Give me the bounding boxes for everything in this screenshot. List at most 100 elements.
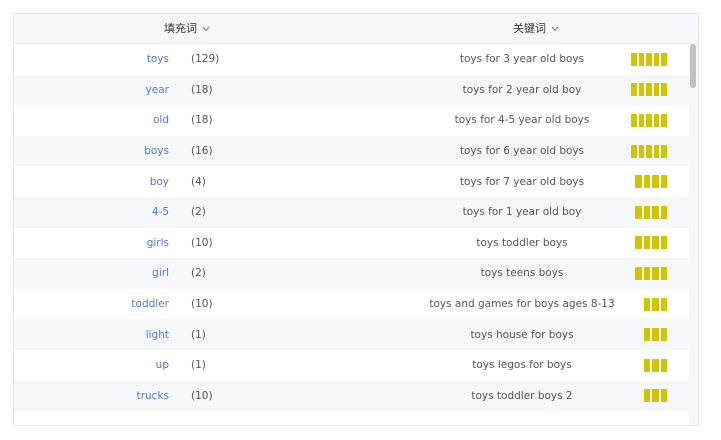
table-row: toddler (10) toys and games for boys ages …: [14, 289, 691, 320]
strength-bar: [643, 389, 650, 403]
filler-count: (4): [191, 175, 206, 188]
filler-word-link[interactable]: girl: [152, 267, 169, 279]
scrollbar-track[interactable]: [689, 44, 698, 425]
scrollbar-thumb[interactable]: [690, 44, 696, 88]
keyword-text: toys and games for boys ages 8-13: [429, 298, 615, 311]
filler-count: (2): [191, 206, 206, 219]
strength-bar: [643, 297, 650, 311]
chevron-down-icon: [202, 14, 210, 44]
strength-indicator: [631, 105, 691, 136]
table-row: trucks (10) toys toddler boys 2: [14, 380, 691, 412]
strength-bar: [660, 358, 667, 372]
strength-bar: [661, 83, 667, 97]
keyword-text: toys toddler boys 2: [471, 389, 573, 402]
strength-bar: [638, 52, 645, 66]
filler-word-link[interactable]: girls: [147, 237, 169, 249]
strength-bar: [643, 175, 650, 189]
strength-bar: [661, 113, 667, 127]
table-row: 4-5 (2) toys for 1 year old boy: [14, 197, 691, 228]
table-row: light (1) toys house for boys: [14, 319, 691, 350]
keyword-text: toys for 7 year old boys: [459, 175, 585, 188]
strength-bar: [660, 328, 667, 342]
strength-indicator: [631, 289, 691, 320]
strength-indicator: [631, 319, 691, 350]
strength-bar: [631, 144, 637, 158]
strength-bar: [653, 52, 660, 66]
table-row: boy (4) toys for 7 year old boys: [14, 166, 691, 197]
strength-bar: [631, 113, 637, 127]
filler-column-label: 填充词: [164, 22, 197, 35]
filler-column-header[interactable]: 填充词: [164, 14, 210, 44]
strength-bar: [653, 144, 660, 158]
filler-word-link[interactable]: light: [146, 329, 169, 341]
strength-bar: [652, 328, 659, 342]
table-row: girls (10) toys toddler boys: [14, 228, 691, 259]
strength-bar: [661, 52, 667, 66]
table-body: toys (129) toys for 3 year old boys year (18…: [14, 44, 691, 425]
strength-bar: [660, 297, 667, 311]
filler-word-link[interactable]: boys: [144, 145, 169, 157]
strength-bar: [646, 144, 652, 158]
strength-bar: [660, 389, 667, 403]
keyword-text: toys toddler boys: [476, 236, 568, 249]
strength-bar: [638, 113, 645, 127]
filler-count: (10): [191, 236, 213, 249]
strength-indicator: [631, 350, 691, 381]
filler-cell: up: [156, 350, 169, 381]
table-row: old (18) toys for 4-5 year old boys: [14, 105, 691, 136]
filler-count: (10): [191, 298, 213, 311]
strength-bar: [635, 205, 642, 219]
filler-cell: toys: [147, 44, 169, 75]
filler-count: (18): [191, 83, 213, 96]
strength-bar: [635, 175, 642, 189]
filler-word-link[interactable]: up: [156, 359, 169, 371]
filler-count: (2): [191, 267, 206, 280]
strength-bar: [653, 83, 660, 97]
strength-bar: [643, 328, 650, 342]
strength-bar: [652, 175, 659, 189]
filler-cell: toddler: [131, 289, 169, 320]
strength-bar: [631, 83, 637, 97]
keyword-text: toys for 2 year old boy: [462, 83, 582, 96]
filler-word-link[interactable]: toddler: [131, 298, 169, 310]
filler-cell: trucks: [137, 381, 169, 412]
strength-bar: [646, 52, 652, 66]
strength-bar: [643, 236, 650, 250]
table-row: girl (2) toys teens boys: [14, 258, 691, 289]
keyword-text: toys teens boys: [480, 267, 564, 280]
filler-cell: girls: [147, 228, 169, 259]
strength-indicator: [631, 258, 691, 289]
filler-cell: boys: [144, 136, 169, 167]
filler-count: (10): [191, 389, 213, 402]
strength-bar: [660, 205, 667, 219]
strength-bar: [661, 144, 667, 158]
filler-word-link[interactable]: trucks: [137, 390, 169, 402]
strength-bar: [652, 297, 659, 311]
strength-indicator: [631, 44, 691, 75]
filler-count: (18): [191, 114, 213, 127]
strength-bar: [652, 236, 659, 250]
table-row: year (18) toys for 2 year old boy: [14, 74, 691, 106]
strength-indicator: [631, 228, 691, 259]
filler-count: (16): [191, 145, 213, 158]
filler-word-link[interactable]: 4-5: [152, 206, 169, 218]
strength-bar: [652, 205, 659, 219]
filler-word-link[interactable]: old: [153, 114, 169, 126]
keyword-text: toys for 6 year old boys: [459, 145, 585, 158]
filler-word-link[interactable]: boy: [150, 176, 169, 188]
strength-indicator: [631, 136, 691, 167]
keyword-column-header[interactable]: 关键词: [513, 14, 559, 44]
filler-word-link[interactable]: year: [146, 84, 169, 96]
filler-cell: 4-5: [152, 197, 169, 228]
strength-bar: [638, 83, 645, 97]
filler-cell: boy: [150, 166, 169, 197]
keyword-text: toys legos for boys: [472, 359, 572, 372]
filler-cell: girl: [152, 258, 169, 289]
keyword-text: toys for 3 year old boys: [459, 53, 585, 66]
filler-word-link[interactable]: toys: [147, 53, 169, 65]
table-row: boys (16) toys for 6 year old boys: [14, 135, 691, 167]
filler-cell: year: [146, 75, 169, 106]
filler-count: (1): [191, 359, 206, 372]
strength-bar: [660, 236, 667, 250]
filler-cell: light: [146, 319, 169, 350]
